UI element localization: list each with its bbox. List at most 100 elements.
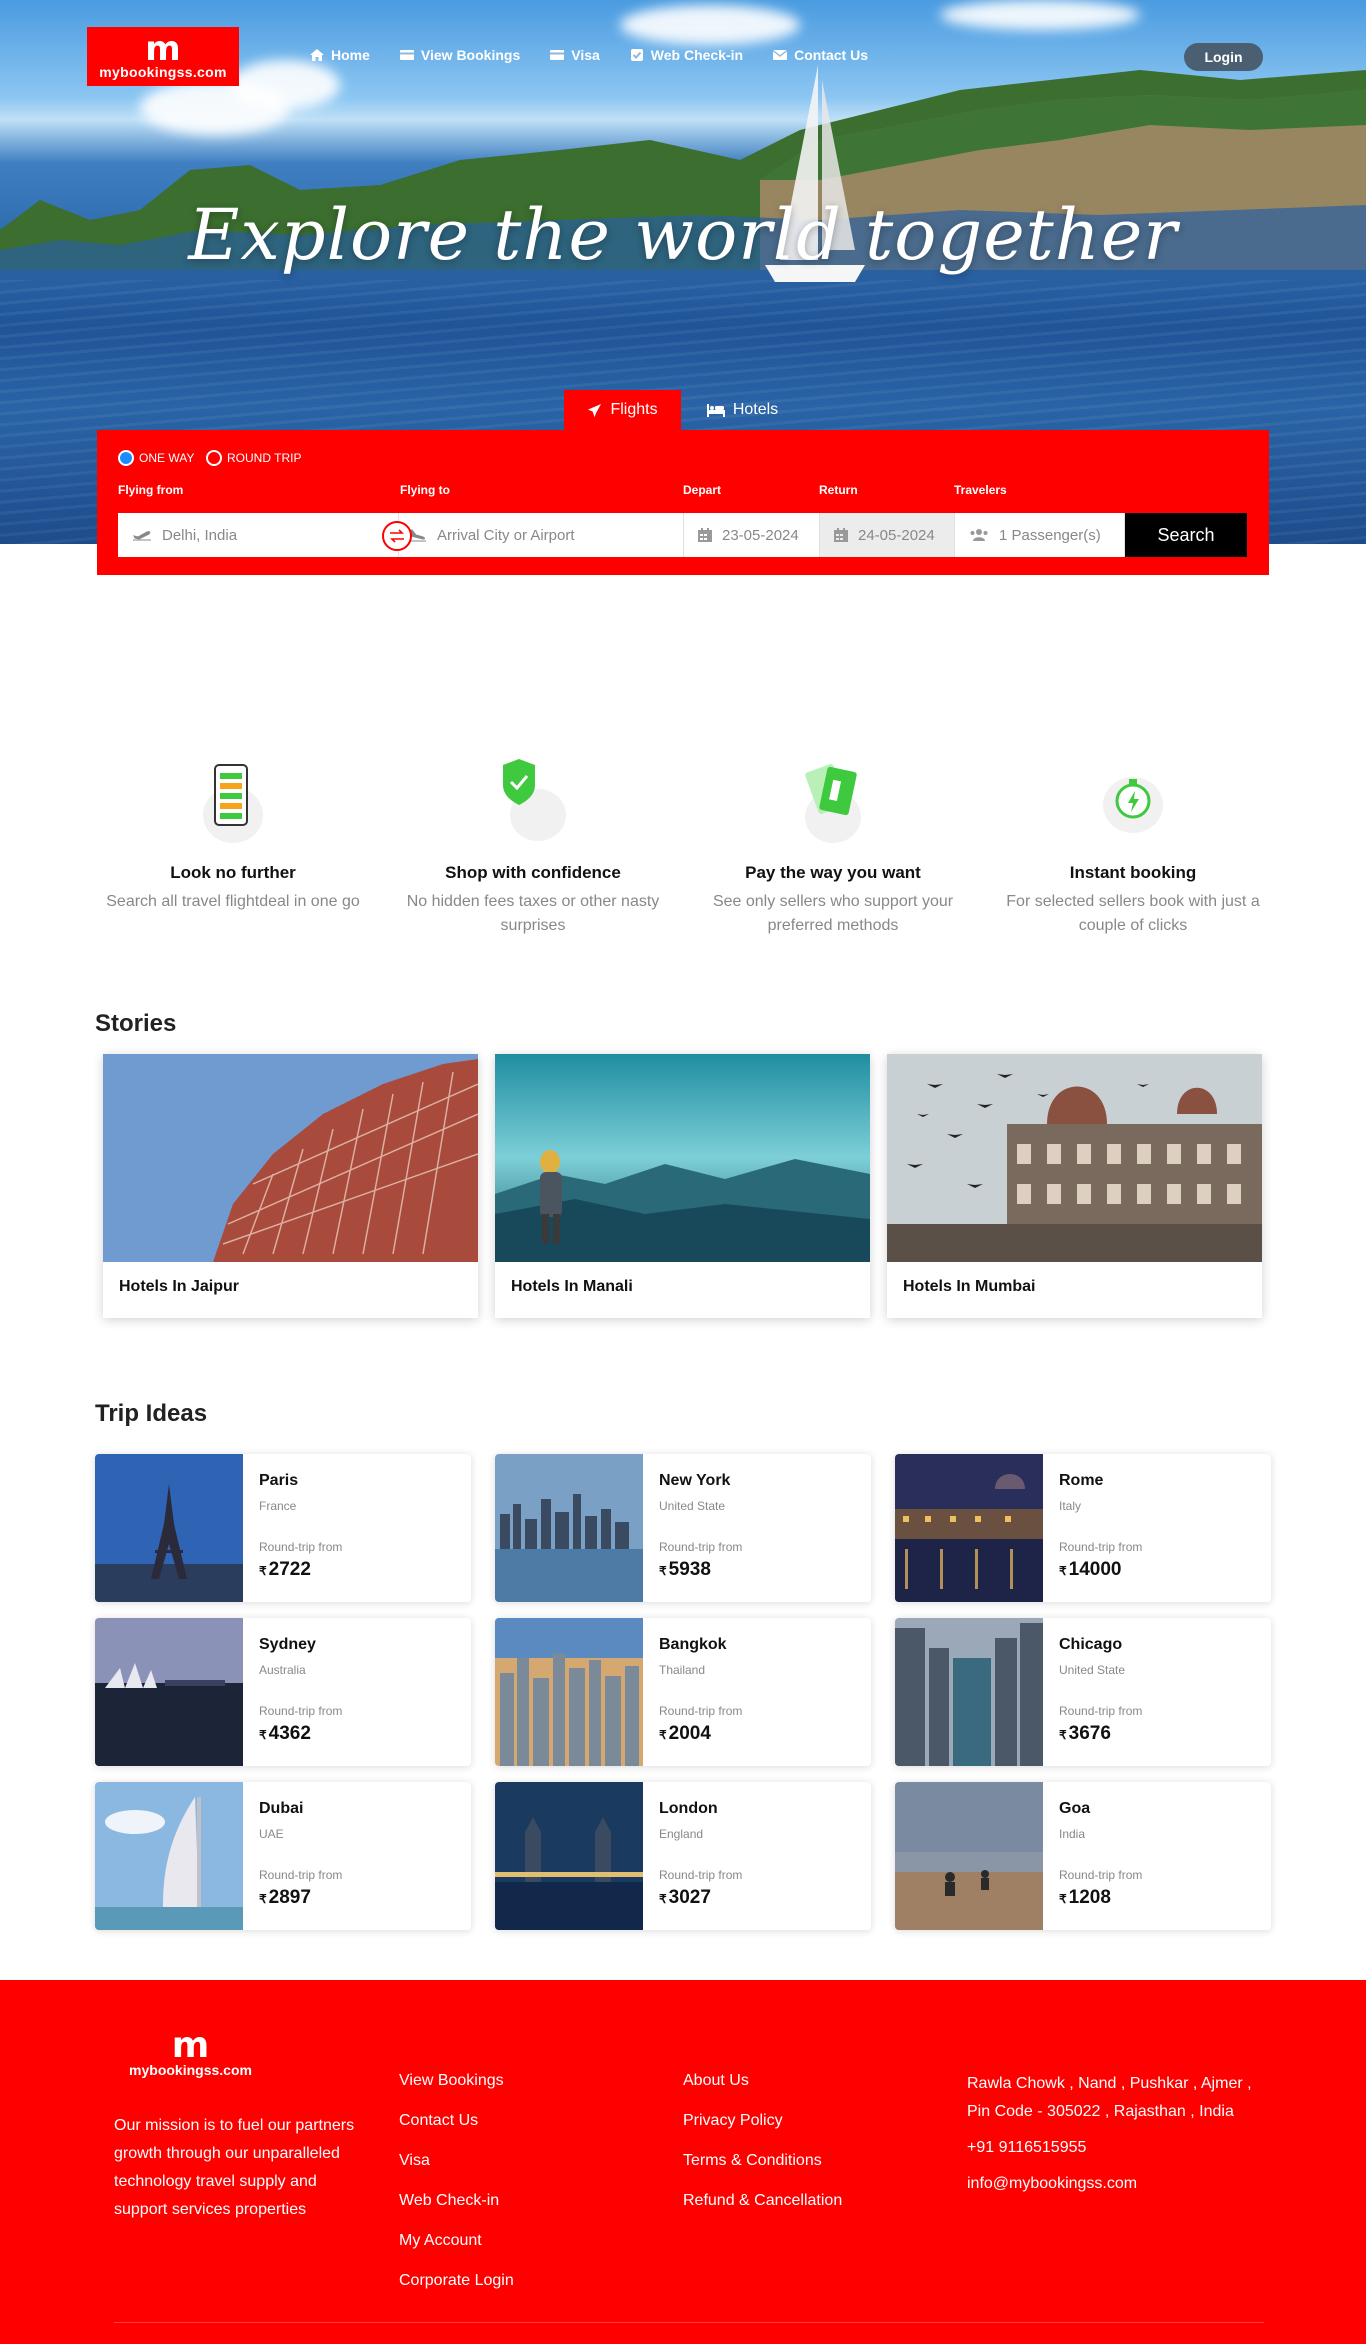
footer-link-my-account[interactable]: My Account (399, 2230, 514, 2252)
tab-hotels[interactable]: Hotels (695, 390, 790, 430)
nav-contact-us[interactable]: Contact Us (773, 47, 868, 63)
footer-link-about-us[interactable]: About Us (683, 2070, 842, 2092)
main-nav: Home View Bookings Visa Web Check-in Con… (310, 47, 868, 63)
story-image-jaipur (103, 1054, 478, 1262)
trip-card[interactable]: Dubai UAE Round-trip from ₹2897 (95, 1782, 471, 1930)
trip-card[interactable]: Sydney Australia Round-trip from ₹4362 (95, 1618, 471, 1766)
stopwatch-bolt-icon (1093, 755, 1173, 845)
search-button[interactable]: Search (1125, 513, 1247, 557)
trip-roundtrip-label: Round-trip from (259, 1540, 343, 1554)
tab-flights-label: Flights (610, 401, 658, 418)
footer-links-col2: About Us Privacy Policy Terms & Conditio… (683, 2070, 842, 2212)
trip-price-value: 2897 (268, 1887, 311, 1908)
tab-flights[interactable]: Flights (564, 390, 681, 430)
footer-links-col1: View Bookings Contact Us Visa Web Check-… (399, 2070, 514, 2292)
feature-text: See only sellers who support your prefer… (712, 893, 954, 934)
footer-divider (114, 2322, 1264, 2323)
footer-logo-brand: mybookingss.com (129, 2062, 252, 2078)
radio-selected-icon (118, 450, 134, 466)
trip-card[interactable]: Bangkok Thailand Round-trip from ₹2004 (495, 1618, 871, 1766)
footer-link-contact-us[interactable]: Contact Us (399, 2110, 514, 2132)
footer-contact: Rawla Chowk , Nand , Pushkar , Ajmer , P… (967, 2070, 1267, 2206)
story-card[interactable]: Hotels In Mumbai (887, 1054, 1262, 1318)
footer-link-visa[interactable]: Visa (399, 2150, 514, 2172)
flying-to-field[interactable]: Arrival City or Airport (399, 513, 684, 557)
trip-ideas-title: Trip Ideas (95, 1400, 208, 1427)
site-logo[interactable]: m mybookingss.com (87, 27, 239, 86)
trip-price: ₹2897 (259, 1887, 311, 1909)
trip-card[interactable]: London England Round-trip from ₹3027 (495, 1782, 871, 1930)
phone-list-icon (193, 755, 273, 845)
trip-card[interactable]: Paris France Round-trip from ₹2722 (95, 1454, 471, 1602)
footer-link-privacy-policy[interactable]: Privacy Policy (683, 2110, 842, 2132)
feature-title: Look no further (170, 863, 296, 882)
trip-country: United State (1059, 1663, 1126, 1677)
trip-roundtrip-label: Round-trip from (259, 1704, 343, 1718)
nav-view-bookings[interactable]: View Bookings (399, 47, 520, 63)
users-icon (970, 529, 988, 541)
flying-from-field[interactable]: Delhi, India (118, 513, 399, 557)
trip-country: UAE (259, 1827, 284, 1841)
nav-home[interactable]: Home (310, 47, 370, 63)
trip-image-new-york (495, 1454, 643, 1602)
shield-check-icon (493, 755, 573, 845)
stories-title: Stories (95, 1010, 177, 1037)
trip-card[interactable]: Rome Italy Round-trip from ₹14000 (895, 1454, 1271, 1602)
trip-country: France (259, 1499, 297, 1513)
rupee-icon: ₹ (259, 1892, 267, 1906)
trip-country: United State (659, 1499, 726, 1513)
footer-logo-mark: m (171, 2025, 210, 2066)
round-trip-radio[interactable]: ROUND TRIP (206, 450, 301, 466)
footer-phone[interactable]: +91 9116515955 (967, 2134, 1267, 2162)
trip-image-rome (895, 1454, 1043, 1602)
trip-image-paris (95, 1454, 243, 1602)
depart-label: Depart (683, 483, 722, 497)
rupee-icon: ₹ (1059, 1728, 1067, 1742)
trip-roundtrip-label: Round-trip from (1059, 1540, 1143, 1554)
hero-headline: Explore the world together (188, 194, 1178, 276)
depart-date-field[interactable]: 23-05-2024 (684, 513, 820, 557)
story-card[interactable]: Hotels In Manali (495, 1054, 870, 1318)
trip-country: India (1059, 1827, 1086, 1841)
flight-search-panel: ONE WAY ROUND TRIP Flying from Flying to… (97, 430, 1269, 575)
story-card[interactable]: Hotels In Jaipur (103, 1054, 478, 1318)
cloud-shape (940, 0, 1140, 30)
trip-price-value: 5938 (668, 1559, 711, 1580)
footer-link-view-bookings[interactable]: View Bookings (399, 2070, 514, 2092)
footer-link-terms[interactable]: Terms & Conditions (683, 2150, 842, 2172)
return-date-field[interactable]: 24-05-2024 (820, 513, 955, 557)
story-image-mumbai (887, 1054, 1262, 1262)
nav-web-checkin[interactable]: Web Check-in (630, 47, 743, 63)
rupee-icon: ₹ (259, 1728, 267, 1742)
footer-logo[interactable]: m mybookingss.com (118, 2025, 263, 2079)
story-caption: Hotels In Jaipur (119, 1278, 240, 1295)
footer-link-refund[interactable]: Refund & Cancellation (683, 2190, 842, 2212)
trip-price: ₹2004 (659, 1723, 711, 1745)
swap-button[interactable] (382, 521, 412, 551)
trip-card[interactable]: Chicago United State Round-trip from ₹36… (895, 1618, 1271, 1766)
one-way-radio[interactable]: ONE WAY (118, 450, 194, 466)
rupee-icon: ₹ (659, 1564, 667, 1578)
trip-city: Dubai (259, 1800, 304, 1817)
footer-link-corporate-login[interactable]: Corporate Login (399, 2270, 514, 2292)
nav-visa[interactable]: Visa (550, 47, 600, 63)
site-footer: m mybookingss.com Our mission is to fuel… (0, 1980, 1366, 2344)
login-button[interactable]: Login (1184, 43, 1263, 71)
trip-card[interactable]: New York United State Round-trip from ₹5… (495, 1454, 871, 1602)
footer-address: Rawla Chowk , Nand , Pushkar , Ajmer , P… (967, 2075, 1252, 2120)
trip-country: England (659, 1827, 704, 1841)
nav-web-checkin-label: Web Check-in (650, 47, 744, 63)
search-fields-row: Delhi, India Arrival City or Airport 23-… (118, 513, 1247, 557)
trip-price: ₹3027 (659, 1887, 711, 1909)
trip-image-chicago (895, 1618, 1043, 1766)
bed-icon (706, 403, 725, 417)
footer-link-web-checkin[interactable]: Web Check-in (399, 2190, 514, 2212)
feature-text: For selected sellers book with just a co… (1006, 893, 1260, 934)
trip-country: Italy (1059, 1499, 1082, 1513)
trip-roundtrip-label: Round-trip from (259, 1868, 343, 1882)
footer-email[interactable]: info@mybookingss.com (967, 2170, 1267, 2198)
travelers-field[interactable]: 1 Passenger(s) (955, 513, 1125, 557)
feature-title: Shop with confidence (445, 863, 621, 882)
rupee-icon: ₹ (659, 1892, 667, 1906)
trip-card[interactable]: Goa India Round-trip from ₹1208 (895, 1782, 1271, 1930)
